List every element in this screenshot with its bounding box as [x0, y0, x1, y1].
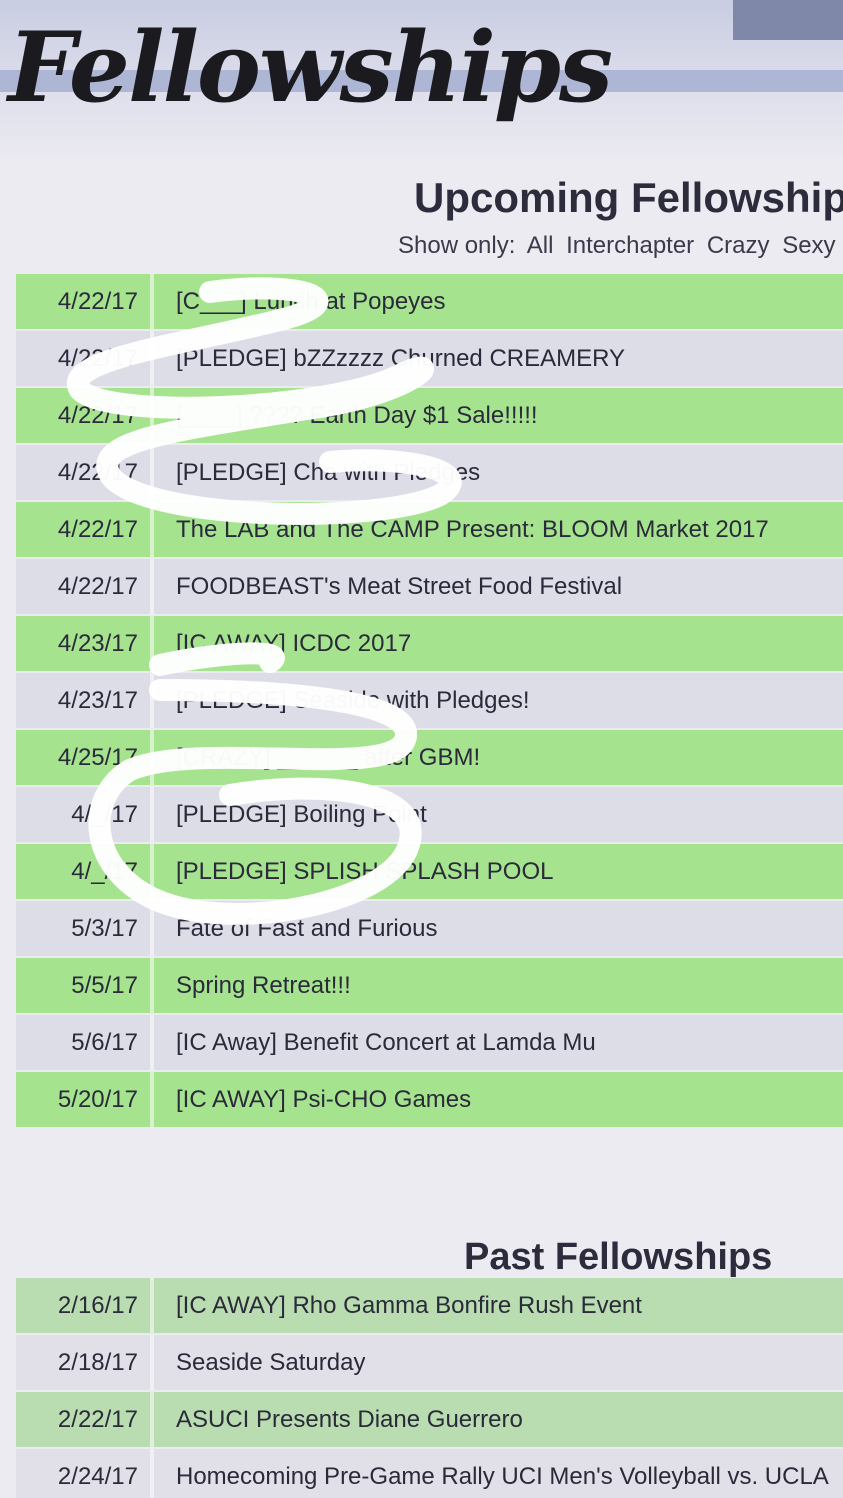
event-date: 2/16/17 [16, 1278, 154, 1333]
event-date: 2/22/17 [16, 1392, 154, 1447]
table-row[interactable]: 5/3/17 Fate of Fast and Furious [16, 901, 843, 956]
filter-bar: Show only: All Interchapter Crazy Sexy [398, 232, 842, 260]
filter-crazy[interactable]: Crazy [707, 232, 770, 259]
filter-sexy[interactable]: Sexy [782, 232, 835, 259]
event-title[interactable]: Homecoming Pre-Game Rally UCI Men's Voll… [154, 1463, 829, 1491]
table-row[interactable]: 4/22/17 [C___] Lunch at Popeyes [16, 274, 843, 329]
event-date: 4/22/17 [16, 331, 154, 386]
event-date: 2/24/17 [16, 1449, 154, 1498]
event-date: 4/23/17 [16, 616, 154, 671]
event-date: 4/22/17 [16, 502, 154, 557]
table-row[interactable]: 2/16/17 [IC AWAY] Rho Gamma Bonfire Rush … [16, 1278, 843, 1333]
table-row[interactable]: 5/6/17 [IC Away] Benefit Concert at Lamda… [16, 1015, 843, 1070]
event-title[interactable]: FOODBEAST's Meat Street Food Festival [154, 573, 622, 601]
table-row[interactable]: 4/22/17 [PLEDGE] bZZzzzz Churned CREAMERY [16, 331, 843, 386]
event-date: 5/3/17 [16, 901, 154, 956]
event-date: 5/20/17 [16, 1072, 154, 1127]
table-row[interactable]: 4/25/17 [CRAZY] ______ after GBM! [16, 730, 843, 785]
filter-label: Show only: [398, 232, 516, 259]
event-title[interactable]: [____] ???? Earth Day $1 Sale!!!!! [154, 402, 538, 430]
event-date: 4/22/17 [16, 445, 154, 500]
event-date: 4/22/17 [16, 559, 154, 614]
table-row[interactable]: 5/20/17 [IC AWAY] Psi-CHO Games [16, 1072, 843, 1127]
event-date: 2/18/17 [16, 1335, 154, 1390]
event-date: 4/23/17 [16, 673, 154, 728]
event-title[interactable]: [IC Away] Benefit Concert at Lamda Mu [154, 1029, 596, 1057]
table-row[interactable]: 4/_/17 [PLEDGE] SPLISH SPLASH POOL [16, 844, 843, 899]
event-date: 4/22/17 [16, 274, 154, 329]
table-row[interactable]: 4/22/17 FOODBEAST's Meat Street Food Fest… [16, 559, 843, 614]
upcoming-table: 4/22/17 [C___] Lunch at Popeyes 4/22/17 [P… [16, 274, 843, 1129]
event-title[interactable]: [IC AWAY] Rho Gamma Bonfire Rush Event [154, 1292, 642, 1320]
table-row[interactable]: 5/5/17 Spring Retreat!!! [16, 958, 843, 1013]
event-title[interactable]: [C___] Lunch at Popeyes [154, 288, 446, 316]
table-row[interactable]: 4/22/17 [____] ???? Earth Day $1 Sale!!!!… [16, 388, 843, 443]
event-title[interactable]: Spring Retreat!!! [154, 972, 351, 1000]
event-title[interactable]: The LAB and The CAMP Present: BLOOM Mark… [154, 516, 769, 544]
event-title[interactable]: [PLEDGE] Cha with Pledges [154, 459, 480, 487]
site-title: Fellowships [8, 11, 613, 124]
event-title[interactable]: [PLEDGE] bZZzzzz Churned CREAMERY [154, 345, 625, 373]
event-date: 4/_/17 [16, 787, 154, 842]
event-date: 5/5/17 [16, 958, 154, 1013]
upcoming-title: Upcoming Fellowship [414, 174, 843, 221]
event-date: 5/6/17 [16, 1015, 154, 1070]
table-row[interactable]: 4/23/17 [PLEDGE] Seaside with Pledges! [16, 673, 843, 728]
event-title[interactable]: [PLEDGE] Boiling Point [154, 801, 427, 829]
table-row[interactable]: 2/18/17 Seaside Saturday [16, 1335, 843, 1390]
event-title[interactable]: [IC AWAY] Psi-CHO Games [154, 1086, 471, 1114]
event-date: 4/25/17 [16, 730, 154, 785]
table-row[interactable]: 4/23/17 [IC AWAY] ICDC 2017 [16, 616, 843, 671]
past-title: Past Fellowships [464, 1236, 773, 1278]
event-date: 4/_/17 [16, 844, 154, 899]
table-row[interactable]: 4/22/17 The LAB and The CAMP Present: BLO… [16, 502, 843, 557]
event-title[interactable]: ASUCI Presents Diane Guerrero [154, 1406, 523, 1434]
event-title[interactable]: [PLEDGE] Seaside with Pledges! [154, 687, 530, 715]
table-row[interactable]: 4/_/17 [PLEDGE] Boiling Point [16, 787, 843, 842]
past-table: 2/16/17 [IC AWAY] Rho Gamma Bonfire Rush … [16, 1278, 843, 1498]
filter-all[interactable]: All [527, 232, 554, 259]
event-title[interactable]: Seaside Saturday [154, 1349, 365, 1377]
event-title[interactable]: [PLEDGE] SPLISH SPLASH POOL [154, 858, 553, 886]
event-date: 4/22/17 [16, 388, 154, 443]
window-corner [733, 0, 843, 40]
table-row[interactable]: 2/24/17 Homecoming Pre-Game Rally UCI Men… [16, 1449, 843, 1498]
table-row[interactable]: 2/22/17 ASUCI Presents Diane Guerrero [16, 1392, 843, 1447]
event-title[interactable]: [IC AWAY] ICDC 2017 [154, 630, 411, 658]
table-row[interactable]: 4/22/17 [PLEDGE] Cha with Pledges [16, 445, 843, 500]
event-title[interactable]: Fate of Fast and Furious [154, 915, 437, 943]
filter-interchapter[interactable]: Interchapter [566, 232, 694, 259]
event-title[interactable]: [CRAZY] ______ after GBM! [154, 744, 480, 772]
